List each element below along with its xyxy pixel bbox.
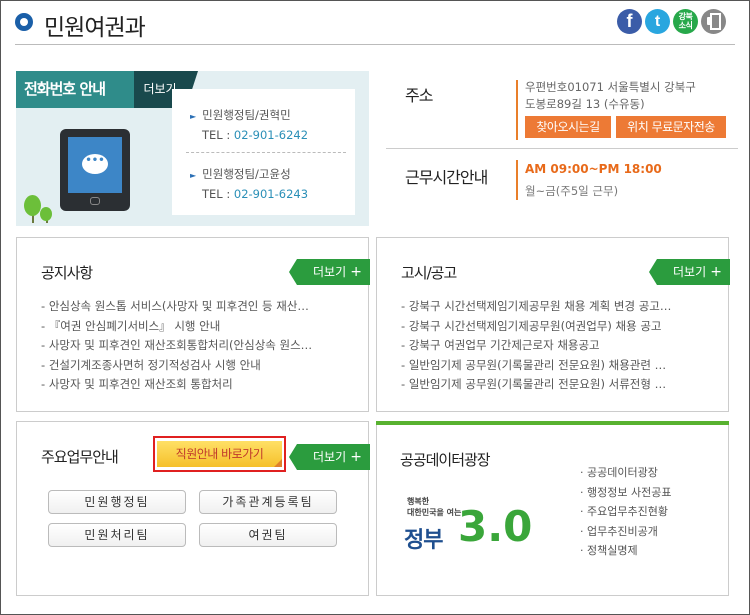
- chat-bubble-icon: •••: [82, 154, 108, 174]
- location-sms-button[interactable]: 위치 무료문자전송: [616, 116, 726, 138]
- list-item[interactable]: 업무추진비공개: [580, 522, 671, 542]
- open-data-accent-bar: [376, 421, 729, 425]
- phone-entry: ► 민원행정팀/고윤성 TEL : 02-901-6243: [190, 167, 309, 201]
- team-button[interactable]: 민원행정팀: [48, 490, 186, 514]
- share-news-icon[interactable]: 강북 소식: [673, 9, 698, 34]
- list-item[interactable]: 건설기계조종사면허 정기적성검사 시행 안내: [41, 356, 353, 376]
- plus-icon: +: [350, 264, 362, 280]
- gov3-logo-number: 3.0: [458, 502, 533, 551]
- phone-contact-card: ► 민원행정팀/권혁민 TEL : 02-901-6242 ► 민원행정팀/고윤성 …: [172, 89, 355, 215]
- directions-button[interactable]: 찾아오시는길: [525, 116, 611, 138]
- facebook-icon[interactable]: f: [617, 9, 642, 34]
- notice-list: 안심상속 원스톱 서비스(사망자 및 피후견인 등 재산… 『여권 안심폐기서비…: [41, 297, 353, 395]
- gov3-logo-tagline: 행복한 대한민국을 여는: [407, 497, 462, 517]
- announcement-panel: 고시/공고 더보기+ 강북구 시간선택제임기제공무원 채용 계획 변경 공고… …: [376, 237, 730, 412]
- twitter-icon[interactable]: t: [645, 9, 670, 34]
- notice-panel: 공지사항 더보기+ 안심상속 원스톱 서비스(사망자 및 피후견인 등 재산… …: [16, 237, 370, 412]
- staff-guide-shortcut-button[interactable]: 직원안내 바로가기: [157, 441, 282, 467]
- list-item[interactable]: 안심상속 원스톱 서비스(사망자 및 피후견인 등 재산…: [41, 297, 353, 317]
- header-divider: [15, 44, 735, 45]
- address-accent-line: [516, 80, 518, 140]
- team-button[interactable]: 가족관계등록팀: [199, 490, 337, 514]
- list-item[interactable]: 정책실명제: [580, 541, 671, 561]
- tree-illustration: [24, 195, 41, 216]
- phone-number: 02-901-6242: [233, 128, 309, 142]
- list-item[interactable]: 『여권 안심폐기서비스』 시행 안내: [41, 317, 353, 337]
- page-title: 민원여권과: [44, 15, 146, 41]
- notice-more-button[interactable]: 더보기 +: [289, 259, 370, 285]
- list-item[interactable]: 일반임기제 공무원(기록물관리 전문요원) 서류전형 …: [401, 375, 719, 395]
- address-text: 우편번호01071 서울특별시 강북구 도봉로89길 13 (수유동): [525, 80, 696, 111]
- announcement-title: 고시/공고: [401, 264, 457, 282]
- main-tasks-title: 주요업무안내: [41, 448, 119, 466]
- list-item[interactable]: 사망자 및 피후견인 재산조회 통합처리: [41, 375, 353, 395]
- list-item[interactable]: 공공데이터광장: [580, 463, 671, 483]
- work-hours-label: 근무시간안내: [405, 168, 488, 187]
- open-data-list: 공공데이터광장 행정정보 사전공표 주요업무추진현황 업무추진비공개 정책실명제: [580, 463, 671, 561]
- arrow-icon: ►: [190, 171, 197, 180]
- announcement-more-button[interactable]: 더보기 +: [649, 259, 730, 285]
- list-item[interactable]: 행정정보 사전공표: [580, 483, 671, 503]
- list-item[interactable]: 강북구 시간선택제임기제공무원 채용 계획 변경 공고…: [401, 297, 719, 317]
- list-item[interactable]: 사망자 및 피후견인 재산조회통합처리(안심상속 원스…: [41, 336, 353, 356]
- list-item[interactable]: 강북구 시간선택제임기제공무원(여권업무) 채용 공고: [401, 317, 719, 337]
- list-item[interactable]: 일반임기제 공무원(기록물관리 전문요원) 채용관련 …: [401, 356, 719, 376]
- arrow-icon: ►: [190, 112, 197, 121]
- team-button[interactable]: 여권팀: [199, 523, 337, 547]
- gov3-logo-word: 정부: [404, 528, 443, 553]
- list-item[interactable]: 주요업무추진현황: [580, 502, 671, 522]
- phone-number: 02-901-6243: [233, 187, 309, 201]
- tree-illustration: [40, 207, 52, 221]
- main-tasks-more-button[interactable]: 더보기 +: [289, 444, 370, 470]
- plus-icon: +: [350, 449, 362, 465]
- phone-panel-title: 전화번호 안내: [16, 71, 134, 108]
- print-icon[interactable]: [701, 9, 726, 34]
- team-button[interactable]: 민원처리팀: [48, 523, 186, 547]
- open-data-title: 공공데이터광장: [400, 451, 491, 469]
- address-label: 주소: [405, 86, 433, 105]
- phone-entry: ► 민원행정팀/권혁민 TEL : 02-901-6242: [190, 108, 309, 142]
- plus-icon: +: [710, 264, 722, 280]
- work-days: 월~금(주5일 근무): [525, 184, 619, 198]
- notice-title: 공지사항: [41, 264, 93, 282]
- list-item[interactable]: 강북구 여권업무 기간제근로자 채용공고: [401, 336, 719, 356]
- info-divider: [386, 148, 738, 149]
- staff-shortcut-highlight: 직원안내 바로가기: [153, 436, 286, 472]
- tablet-illustration-icon: •••: [60, 129, 130, 211]
- title-bullet-icon: [15, 13, 33, 31]
- phone-info-panel: 전화번호 안내 더보기 ••• ► 민원행정팀/권혁민 TEL : 02-901-…: [16, 71, 369, 226]
- work-hours-time: AM 09:00~PM 18:00: [525, 162, 662, 176]
- hours-accent-line: [516, 160, 518, 200]
- announcement-list: 강북구 시간선택제임기제공무원 채용 계획 변경 공고… 강북구 시간선택제임기…: [401, 297, 719, 395]
